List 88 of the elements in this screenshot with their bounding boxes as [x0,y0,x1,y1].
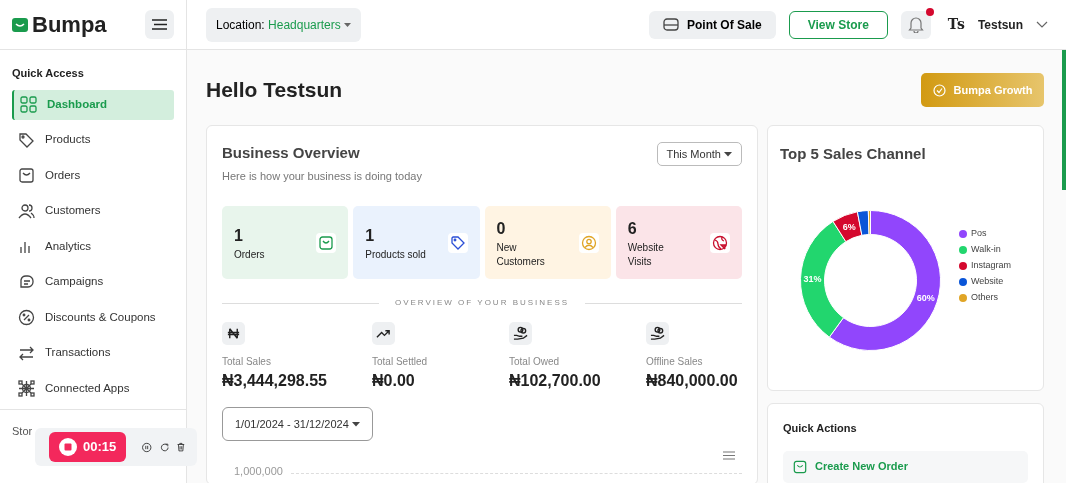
sidebar-item[interactable]: Customers [12,196,174,226]
card-title: Business Overview [222,143,361,163]
total-label: Total Sales [222,355,272,369]
sidebar-item[interactable]: Analytics [12,231,174,262]
notification-button[interactable] [900,10,931,39]
slice-label: 31% [803,273,822,284]
user-initials: Ts [947,15,965,34]
drawer-icon [663,18,680,31]
legend-label: Pos [971,227,987,241]
chart-menu-icon[interactable] [723,451,735,460]
stat-label: Website Visits [627,241,665,268]
caret-icon [724,152,732,158]
legend-dot [959,262,967,270]
total-value: ₦840,000.00 [646,371,738,391]
sidebar-item[interactable]: Connected Apps [12,373,174,404]
sidebar-item[interactable]: Transactions [12,338,174,368]
total-label: Total Owed [509,355,561,369]
brand-name: Bumpa [32,11,107,39]
date-range-dropdown[interactable]: 1/01/2024 - 31/12/2024 [222,407,373,441]
logo-icon [12,17,28,32]
card-subtitle: Here is how your business is doing today [222,168,422,184]
section-divider-label: OVERVIEW OF YOUR BUSINESS [394,297,570,309]
stop-icon [59,438,77,456]
menu-button[interactable] [145,10,174,39]
globe-icon [712,234,728,251]
total-value: ₦3,444,298.55 [222,371,328,391]
sidebar-item[interactable]: Campaigns [12,267,174,297]
section-heading: Quick Access [11,66,85,81]
stat-label: Orders [234,247,266,262]
stat-label: New Customers [496,241,546,268]
chevron-down-icon[interactable] [1036,21,1048,28]
sidebar-item[interactable]: Discounts & Coupons [12,302,174,333]
discount-icon [18,309,35,326]
donut-slice[interactable] [867,209,871,235]
sidebar-item[interactable]: Orders [12,160,174,191]
point-of-sale-button[interactable]: Point Of Sale [649,10,776,39]
total-label: Offline Sales [646,355,704,369]
chat-icon [18,273,35,291]
bag-icon [793,459,807,474]
bag-icon [318,234,335,251]
coins-hand-icon [513,326,528,341]
grid-icon [20,96,37,113]
transfer-icon [18,344,35,362]
person-icon [580,234,597,251]
stat-label: Products sold [365,247,427,262]
legend-label: Website [971,275,1004,289]
legend-label: Walk-in [971,243,1001,257]
caret-icon [351,422,360,428]
check-circle-icon [932,83,946,97]
scrollbar-thumb[interactable] [1062,50,1066,190]
menu-icon [152,19,167,30]
view-store-button[interactable]: View Store [788,10,888,39]
tag-icon [449,234,466,251]
legend-label: Others [971,291,998,305]
stat-value: 6 [627,219,638,239]
stop-recording-button[interactable]: 00:15 [49,432,127,462]
legend-dot [959,278,967,286]
caret-icon [344,22,352,28]
legend-dot [959,294,967,302]
donut-slice[interactable] [856,209,870,236]
donut-slice[interactable] [828,209,941,351]
slice-label: 60% [916,292,935,303]
legend-label: Instagram [971,259,1012,273]
total-label: Total Settled [372,355,429,369]
section-heading: Stor [11,424,34,439]
location-selector[interactable]: Location: Headquarters [206,7,362,42]
period-dropdown[interactable]: This Month [656,142,742,166]
card-title: Quick Actions [783,421,858,436]
stat-value: 0 [496,219,507,239]
legend-dot [959,246,967,254]
stat-value: 1 [365,225,376,246]
tag-icon [18,131,35,149]
total-value: ₦102,700.00 [509,371,602,391]
coins-hand-icon [650,326,665,341]
sidebar-item[interactable]: Products [12,125,174,155]
greeting-heading: Hello Testsun [206,77,343,104]
bag-icon [18,167,35,184]
bell-icon [907,16,924,33]
card-title: Top 5 Sales Channel [780,144,927,164]
stat-value: 1 [234,225,244,246]
network-icon [18,380,35,397]
naira-icon [226,326,241,341]
legend-dot [959,230,967,238]
axis-tick-label: 1,000,000 [234,464,283,479]
user-name[interactable]: Testsun [977,15,1023,34]
people-icon [18,202,35,220]
slice-label: 6% [842,221,856,232]
total-value: ₦0.00 [372,371,416,391]
